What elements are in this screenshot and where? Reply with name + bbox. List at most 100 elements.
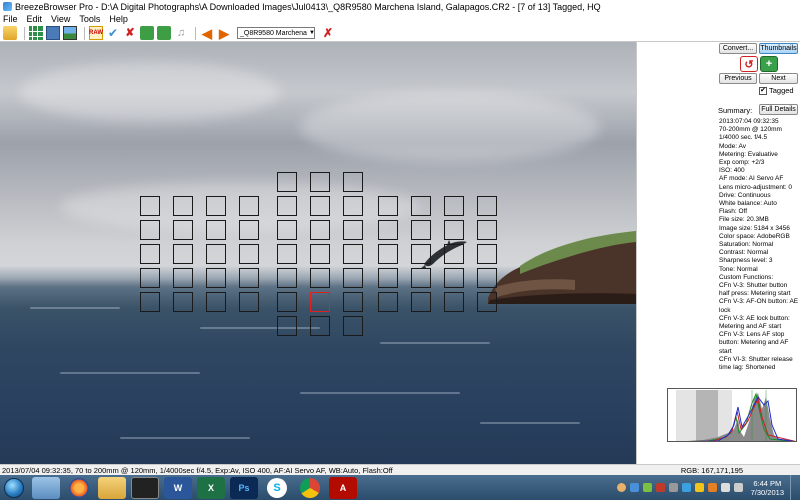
previous-button[interactable]: Previous <box>719 73 757 84</box>
menu-file[interactable]: File <box>3 14 18 24</box>
wave <box>120 437 250 439</box>
volume-icon[interactable] <box>733 483 743 492</box>
af-point <box>140 220 160 240</box>
next-button[interactable]: Next <box>759 73 798 84</box>
exif-info-line: Custom Functions: <box>719 273 774 281</box>
af-point <box>206 268 226 288</box>
clock[interactable]: 6:44 PM 7/30/2013 <box>751 479 784 497</box>
tray-app-icon[interactable] <box>694 483 704 492</box>
af-point <box>444 244 464 264</box>
previous-arrow-icon[interactable]: ◀ <box>200 26 214 40</box>
preview-view-icon[interactable] <box>46 26 60 40</box>
exif-info-line: CFn V-3: AE lock button: Metering and AF… <box>719 314 790 331</box>
af-point <box>444 292 464 312</box>
af-point <box>206 292 226 312</box>
status-exif-summary: 2013/07/04 09:32:35, 70 to 200mm @ 120mm… <box>2 465 393 475</box>
tagged-checkbox[interactable]: ✔ <box>759 86 767 95</box>
start-button[interactable] <box>4 477 24 498</box>
af-point <box>411 244 431 264</box>
firefox-icon[interactable] <box>69 477 89 498</box>
acrobat-icon[interactable]: A <box>329 476 357 499</box>
user-avatar-icon[interactable] <box>616 483 626 492</box>
af-point <box>310 244 330 264</box>
menu-edit[interactable]: Edit <box>27 14 43 24</box>
exif-info-line: Color space: AdobeRGB <box>719 232 790 240</box>
wave <box>380 342 490 344</box>
af-point <box>239 220 259 240</box>
add-to-collection-icon[interactable]: + <box>760 56 778 72</box>
exif-info-line: Exp comp: +2/3 <box>719 159 765 167</box>
skype-icon[interactable]: S <box>267 477 287 498</box>
app-icon <box>3 2 12 11</box>
thumbnail-grid-icon[interactable] <box>29 26 43 40</box>
photoshop-icon[interactable]: Ps <box>230 476 258 499</box>
menu-help[interactable]: Help <box>109 14 128 24</box>
image-preview[interactable] <box>0 42 636 464</box>
menu-tools[interactable]: Tools <box>79 14 100 24</box>
menu-view[interactable]: View <box>51 14 70 24</box>
tray-app-icon[interactable] <box>642 483 652 492</box>
clock-date: 7/30/2013 <box>750 487 784 497</box>
exif-info-line: Mode: Av <box>719 142 746 150</box>
exif-info-line: CFn V-3: Lens AF stop button: Metering a… <box>719 331 789 355</box>
af-point <box>140 292 160 312</box>
reject-icon[interactable]: ↺ <box>740 56 758 72</box>
exif-info-line: Image size: 5184 x 3456 <box>719 224 790 232</box>
status-rgb-readout: RGB: 167,171,195 <box>680 465 743 475</box>
toolbar-divider <box>84 26 85 40</box>
move-image-icon[interactable] <box>157 26 171 40</box>
tray-app-icon[interactable] <box>668 483 678 492</box>
close-image-icon[interactable]: ✗ <box>321 26 335 40</box>
af-point <box>173 220 193 240</box>
convert-button[interactable]: Convert... <box>719 43 757 54</box>
tray-app-icon[interactable] <box>629 483 639 492</box>
tag-check-icon[interactable]: ✔ <box>106 26 120 40</box>
af-point <box>477 196 497 216</box>
next-arrow-icon[interactable]: ▶ <box>217 26 231 40</box>
chevron-down-icon: ▼ <box>308 30 315 36</box>
histogram <box>667 388 797 442</box>
af-point <box>277 244 297 264</box>
raw-convert-icon[interactable]: RAW <box>89 26 103 40</box>
exif-info-line: CFn V-3: Shutter button half press: Mete… <box>719 282 791 298</box>
exif-info-line: 70-200mm @ 120mm <box>719 126 782 134</box>
af-point <box>343 268 363 288</box>
folder-icon[interactable] <box>98 476 126 499</box>
af-point <box>343 292 363 312</box>
network-icon[interactable] <box>720 483 730 492</box>
af-point <box>206 244 226 264</box>
af-point <box>477 268 497 288</box>
exif-info-line: 2013:07:04 09:32:35 <box>719 118 779 125</box>
full-details-button[interactable]: Full Details <box>759 104 798 115</box>
file-selector[interactable]: _Q8R9580 Marchena ▼ <box>237 27 315 39</box>
open-folder-icon[interactable] <box>3 26 17 40</box>
af-point <box>444 220 464 240</box>
tagged-label: Tagged <box>769 86 794 95</box>
show-desktop-button[interactable] <box>790 475 800 500</box>
taskbar: W X Ps S A 6:44 PM 7/30/2013 <box>0 475 800 500</box>
camera-app-icon[interactable] <box>131 476 159 499</box>
exif-info-line: Flash: Off <box>719 208 748 216</box>
sound-icon[interactable]: ♫ <box>174 26 188 40</box>
tray-app-icon[interactable] <box>707 483 717 492</box>
af-point <box>173 196 193 216</box>
af-point <box>310 316 330 336</box>
exif-info-line: Tone: Normal <box>719 265 758 273</box>
untag-icon[interactable]: ✘ <box>123 26 137 40</box>
exif-info-line: CFn V-3: AF-ON button: AE lock <box>719 298 799 314</box>
word-icon[interactable]: W <box>164 476 192 499</box>
af-point <box>140 268 160 288</box>
chrome-icon[interactable] <box>300 477 320 498</box>
wave <box>200 327 320 329</box>
af-point <box>343 316 363 336</box>
full-image-view-icon[interactable] <box>63 26 77 40</box>
thumbnails-button[interactable]: Thumbnails <box>759 43 798 54</box>
exif-info-line: ISO: 400 <box>719 167 745 175</box>
exif-info-line: Contrast: Normal <box>719 249 769 257</box>
tray-app-icon[interactable] <box>655 483 665 492</box>
tagged-toggle[interactable]: ✔ Tagged <box>759 86 794 95</box>
tray-app-icon[interactable] <box>681 483 691 492</box>
explorer-icon[interactable] <box>32 476 60 499</box>
excel-icon[interactable]: X <box>197 476 225 499</box>
copy-image-icon[interactable] <box>140 26 154 40</box>
